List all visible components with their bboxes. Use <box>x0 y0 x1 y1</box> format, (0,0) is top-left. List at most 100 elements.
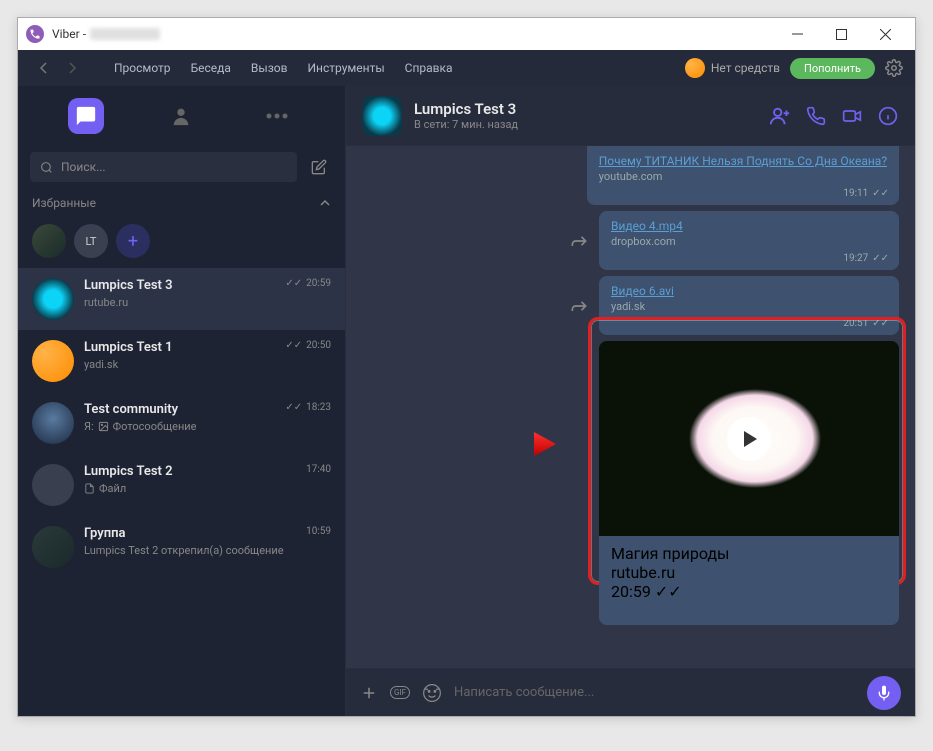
photo-icon <box>98 421 109 432</box>
menu-chat[interactable]: Беседа <box>181 61 241 75</box>
link-preview[interactable]: Магия природы rutube.ru 20:59 ✓✓ <box>599 341 899 625</box>
chevron-up-icon <box>319 197 331 209</box>
search-input[interactable]: Поиск... <box>30 152 297 182</box>
chat-time: 17:40 <box>306 464 331 475</box>
chat-name: Группа <box>84 526 296 541</box>
audio-call-button[interactable] <box>805 105 827 127</box>
message-time: 19:11 ✓✓ <box>843 188 889 199</box>
sidebar-tabs <box>18 86 345 146</box>
avatar <box>32 526 74 568</box>
chat-name: Lumpics Test 1 <box>84 340 275 355</box>
chat-time: 18:23 <box>306 402 331 413</box>
read-check-icon: ✓✓ <box>285 402 302 413</box>
forward-button[interactable] <box>569 231 589 251</box>
favorites-row: LT + <box>18 218 345 268</box>
favorite-avatar[interactable] <box>32 224 66 258</box>
app-window: Viber - Просмотр Беседа Вызов Инструмент… <box>17 17 916 717</box>
message-bubble[interactable]: Видео 6.avi yadi.sk 20:51 ✓✓ <box>599 276 899 335</box>
nav-back-button[interactable] <box>32 56 56 80</box>
maximize-button[interactable] <box>819 19 863 49</box>
message-time: 20:51 ✓✓ <box>843 318 889 329</box>
minimize-button[interactable] <box>775 19 819 49</box>
tab-contacts[interactable] <box>163 98 199 134</box>
add-participant-button[interactable] <box>769 105 791 127</box>
favorite-avatar[interactable]: LT <box>74 224 108 258</box>
read-check-icon: ✓✓ <box>872 318 889 329</box>
chat-status: В сети: 7 мин. назад <box>414 118 757 131</box>
menu-help[interactable]: Справка <box>395 61 463 75</box>
balance-label: Нет средств <box>711 61 780 75</box>
tab-more[interactable] <box>259 98 295 134</box>
video-call-button[interactable] <box>841 105 863 127</box>
titlebar: Viber - <box>18 18 915 50</box>
sticker-button[interactable] <box>422 683 442 703</box>
chat-time: 20:50 <box>306 340 331 351</box>
message-row: Почему ТИТАНИК Нельзя Поднять Со Дна Оке… <box>362 152 899 205</box>
avatar <box>32 402 74 444</box>
message-time: 20:59 ✓✓ <box>611 582 887 601</box>
toolbar: Просмотр Беседа Вызов Инструменты Справк… <box>18 50 915 86</box>
message-input[interactable]: Написать сообщение... <box>454 685 855 700</box>
chat-name: Lumpics Test 2 <box>84 464 296 479</box>
message-bubble[interactable]: Видео 4.mp4 dropbox.com 19:27 ✓✓ <box>599 211 899 270</box>
preview-thumbnail[interactable] <box>599 341 899 536</box>
orange-icon <box>685 58 705 78</box>
balance-indicator[interactable]: Нет средств <box>685 58 780 78</box>
message-link[interactable]: Магия природы <box>611 544 887 563</box>
message-row: Магия природы rutube.ru 20:59 ✓✓ <box>362 341 899 625</box>
chat-time: 20:59 <box>306 278 331 289</box>
favorites-header[interactable]: Избранные <box>18 188 345 218</box>
tab-chats[interactable] <box>68 98 104 134</box>
chat-header: Lumpics Test 3 В сети: 7 мин. назад <box>346 86 915 146</box>
voice-message-button[interactable] <box>867 676 901 710</box>
menu-tools[interactable]: Инструменты <box>298 61 395 75</box>
compose-button[interactable] <box>305 153 333 181</box>
chat-list-item[interactable]: Test community Я: Фотосообщение ✓✓ 18:23 <box>18 392 345 454</box>
chat-name: Lumpics Test 3 <box>84 278 275 293</box>
read-check-icon: ✓✓ <box>872 253 889 264</box>
topup-button[interactable]: Пополнить <box>790 58 875 79</box>
message-link[interactable]: Видео 6.avi <box>611 284 887 298</box>
forward-button[interactable] <box>569 296 589 316</box>
add-favorite-button[interactable]: + <box>116 224 150 258</box>
message-source: yadi.sk <box>611 300 887 313</box>
message-link[interactable]: Видео 4.mp4 <box>611 219 887 233</box>
read-check-icon: ✓✓ <box>285 278 302 289</box>
menu-view[interactable]: Просмотр <box>104 61 181 75</box>
chat-list-item[interactable]: Lumpics Test 3 rutube.ru ✓✓ 20:59 <box>18 268 345 330</box>
message-source: rutube.ru <box>611 563 887 582</box>
chat-avatar[interactable] <box>362 96 402 136</box>
settings-button[interactable] <box>885 59 903 77</box>
chat-preview: Lumpics Test 2 открепил(а) сообщение <box>84 544 296 557</box>
chat-info-button[interactable] <box>877 105 899 127</box>
viber-icon <box>26 25 44 43</box>
message-source: dropbox.com <box>611 235 887 248</box>
chat-name: Test community <box>84 402 275 417</box>
chat-preview: yadi.sk <box>84 358 275 371</box>
attach-button[interactable] <box>360 684 378 702</box>
avatar <box>32 340 74 382</box>
chat-preview: rutube.ru <box>84 296 275 309</box>
avatar <box>32 464 74 506</box>
avatar <box>32 278 74 320</box>
message-link[interactable]: Почему ТИТАНИК Нельзя Поднять Со Дна Оке… <box>599 154 887 168</box>
sidebar: Поиск... Избранные LT + Lumpics Test 3 r… <box>18 86 346 716</box>
message-bubble[interactable]: Почему ТИТАНИК Нельзя Поднять Со Дна Оке… <box>587 146 899 205</box>
menu-call[interactable]: Вызов <box>241 61 298 75</box>
chat-preview: Файл <box>84 482 296 495</box>
chat-list-item[interactable]: Lumpics Test 2 Файл 17:40 <box>18 454 345 516</box>
chat-list-item[interactable]: Группа Lumpics Test 2 открепил(а) сообще… <box>18 516 345 578</box>
chat-preview: Я: Фотосообщение <box>84 420 275 433</box>
nav-forward-button[interactable] <box>60 56 84 80</box>
message-source: youtube.com <box>599 170 887 183</box>
chat-list: Lumpics Test 3 rutube.ru ✓✓ 20:59 Lumpics… <box>18 268 345 716</box>
file-icon <box>84 483 95 494</box>
gif-button[interactable]: GIF <box>390 686 410 699</box>
window-title: Viber - <box>52 27 86 41</box>
chat-list-item[interactable]: Lumpics Test 1 yadi.sk ✓✓20:50 <box>18 330 345 392</box>
composer: GIF Написать сообщение... <box>346 668 915 716</box>
search-placeholder: Поиск... <box>61 160 106 174</box>
close-button[interactable] <box>863 19 907 49</box>
chat-panel: Lumpics Test 3 В сети: 7 мин. назад Поче… <box>346 86 915 716</box>
read-check-icon: ✓✓ <box>655 582 682 601</box>
